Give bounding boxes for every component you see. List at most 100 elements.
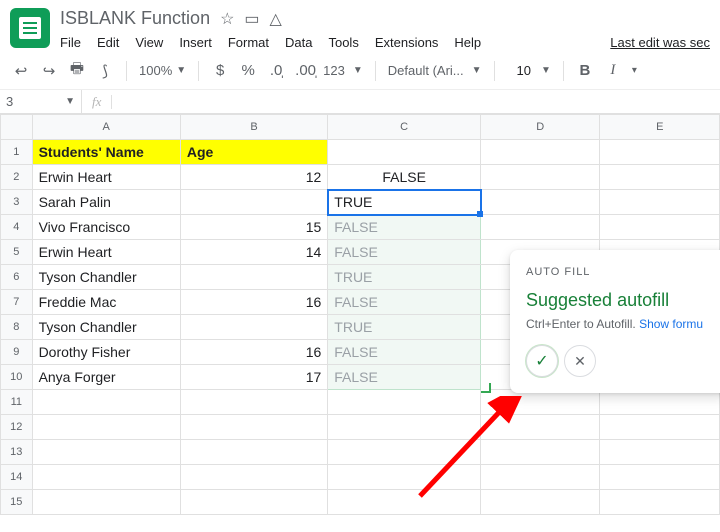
row-header-12[interactable]: 12 bbox=[1, 415, 33, 440]
move-icon[interactable]: ▭ bbox=[244, 9, 259, 29]
menu-data[interactable]: Data bbox=[285, 35, 312, 50]
cell-B15[interactable] bbox=[180, 490, 327, 515]
cell-C10[interactable]: FALSE bbox=[328, 365, 481, 390]
cell-C15[interactable] bbox=[328, 490, 481, 515]
cell-C3[interactable]: TRUE bbox=[328, 190, 481, 215]
cell-B6[interactable] bbox=[180, 265, 327, 290]
row-header-2[interactable]: 2 bbox=[1, 165, 33, 190]
cell-A10[interactable]: Anya Forger bbox=[32, 365, 180, 390]
cell-C12[interactable] bbox=[328, 415, 481, 440]
cell-E14[interactable] bbox=[600, 465, 720, 490]
select-all-cell[interactable] bbox=[1, 115, 33, 140]
col-header-D[interactable]: D bbox=[481, 115, 600, 140]
cell-B5[interactable]: 14 bbox=[180, 240, 327, 265]
menu-edit[interactable]: Edit bbox=[97, 35, 119, 50]
cell-D11[interactable] bbox=[481, 390, 600, 415]
row-header-6[interactable]: 6 bbox=[1, 265, 33, 290]
cell-E4[interactable] bbox=[600, 215, 720, 240]
menu-format[interactable]: Format bbox=[228, 35, 269, 50]
row-header-5[interactable]: 5 bbox=[1, 240, 33, 265]
cell-A3[interactable]: Sarah Palin bbox=[32, 190, 180, 215]
cell-D12[interactable] bbox=[481, 415, 600, 440]
cell-C5[interactable]: FALSE bbox=[328, 240, 481, 265]
cell-E2[interactable] bbox=[600, 165, 720, 190]
cell-B7[interactable]: 16 bbox=[180, 290, 327, 315]
paint-format-icon[interactable]: ⟆ bbox=[96, 62, 114, 80]
redo-icon[interactable]: ↪ bbox=[40, 62, 58, 80]
row-header-3[interactable]: 3 bbox=[1, 190, 33, 215]
autofill-reject-button[interactable]: ✕ bbox=[564, 345, 596, 377]
cell-E3[interactable] bbox=[600, 190, 720, 215]
cell-C1[interactable] bbox=[328, 140, 481, 165]
row-header-15[interactable]: 15 bbox=[1, 490, 33, 515]
cell-D4[interactable] bbox=[481, 215, 600, 240]
cell-A4[interactable]: Vivo Francisco bbox=[32, 215, 180, 240]
menu-extensions[interactable]: Extensions bbox=[375, 35, 439, 50]
row-header-10[interactable]: 10 bbox=[1, 365, 33, 390]
font-size-select[interactable]: 10▼ bbox=[507, 63, 551, 78]
decrease-decimal-icon[interactable]: .0̩ bbox=[267, 62, 285, 79]
cell-E11[interactable] bbox=[600, 390, 720, 415]
cell-A6[interactable]: Tyson Chandler bbox=[32, 265, 180, 290]
cell-B14[interactable] bbox=[180, 465, 327, 490]
cell-C11[interactable] bbox=[328, 390, 481, 415]
cloud-icon[interactable]: △ bbox=[270, 9, 282, 29]
cell-A2[interactable]: Erwin Heart bbox=[32, 165, 180, 190]
last-edit-link[interactable]: Last edit was sec bbox=[610, 35, 710, 50]
cell-C4[interactable]: FALSE bbox=[328, 215, 481, 240]
autofill-accept-button[interactable]: ✓ bbox=[526, 345, 558, 377]
cell-B12[interactable] bbox=[180, 415, 327, 440]
show-formula-link[interactable]: Show formu bbox=[639, 317, 703, 331]
cell-C8[interactable]: TRUE bbox=[328, 315, 481, 340]
cell-C6[interactable]: TRUE bbox=[328, 265, 481, 290]
cell-D1[interactable] bbox=[481, 140, 600, 165]
document-title[interactable]: ISBLANK Function bbox=[60, 8, 210, 29]
cell-B3[interactable] bbox=[180, 190, 327, 215]
cell-E1[interactable] bbox=[600, 140, 720, 165]
percent-icon[interactable]: % bbox=[239, 62, 257, 79]
cell-C14[interactable] bbox=[328, 465, 481, 490]
row-header-7[interactable]: 7 bbox=[1, 290, 33, 315]
increase-decimal-icon[interactable]: .00̩ bbox=[295, 62, 313, 79]
menu-insert[interactable]: Insert bbox=[179, 35, 212, 50]
cell-B2[interactable]: 12 bbox=[180, 165, 327, 190]
number-format-select[interactable]: 123▼ bbox=[323, 63, 363, 78]
cell-B9[interactable]: 16 bbox=[180, 340, 327, 365]
cell-B4[interactable]: 15 bbox=[180, 215, 327, 240]
cell-C2[interactable]: FALSE bbox=[328, 165, 481, 190]
menu-tools[interactable]: Tools bbox=[328, 35, 358, 50]
cell-D3[interactable] bbox=[481, 190, 600, 215]
menu-view[interactable]: View bbox=[135, 35, 163, 50]
cell-A7[interactable]: Freddie Mac bbox=[32, 290, 180, 315]
currency-icon[interactable]: $ bbox=[211, 62, 229, 79]
cell-B10[interactable]: 17 bbox=[180, 365, 327, 390]
cell-A15[interactable] bbox=[32, 490, 180, 515]
col-header-E[interactable]: E bbox=[600, 115, 720, 140]
menu-help[interactable]: Help bbox=[454, 35, 481, 50]
cell-A12[interactable] bbox=[32, 415, 180, 440]
row-header-9[interactable]: 9 bbox=[1, 340, 33, 365]
font-select[interactable]: Default (Ari...▼ bbox=[388, 63, 482, 78]
cell-A5[interactable]: Erwin Heart bbox=[32, 240, 180, 265]
italic-icon[interactable]: I bbox=[604, 62, 622, 79]
cell-B13[interactable] bbox=[180, 440, 327, 465]
cell-C13[interactable] bbox=[328, 440, 481, 465]
col-header-B[interactable]: B bbox=[180, 115, 327, 140]
cell-D2[interactable] bbox=[481, 165, 600, 190]
cell-A14[interactable] bbox=[32, 465, 180, 490]
cell-B11[interactable] bbox=[180, 390, 327, 415]
row-header-4[interactable]: 4 bbox=[1, 215, 33, 240]
col-header-C[interactable]: C bbox=[328, 115, 481, 140]
cell-A9[interactable]: Dorothy Fisher bbox=[32, 340, 180, 365]
sheets-logo[interactable] bbox=[10, 8, 50, 48]
cell-A8[interactable]: Tyson Chandler bbox=[32, 315, 180, 340]
cell-D14[interactable] bbox=[481, 465, 600, 490]
print-icon[interactable]: 🖶 bbox=[68, 58, 86, 83]
undo-icon[interactable]: ↩ bbox=[12, 62, 30, 80]
fill-handle[interactable] bbox=[477, 211, 483, 217]
cell-E15[interactable] bbox=[600, 490, 720, 515]
cell-A13[interactable] bbox=[32, 440, 180, 465]
row-header-8[interactable]: 8 bbox=[1, 315, 33, 340]
cell-A1[interactable]: Students' Name bbox=[32, 140, 180, 165]
row-header-13[interactable]: 13 bbox=[1, 440, 33, 465]
